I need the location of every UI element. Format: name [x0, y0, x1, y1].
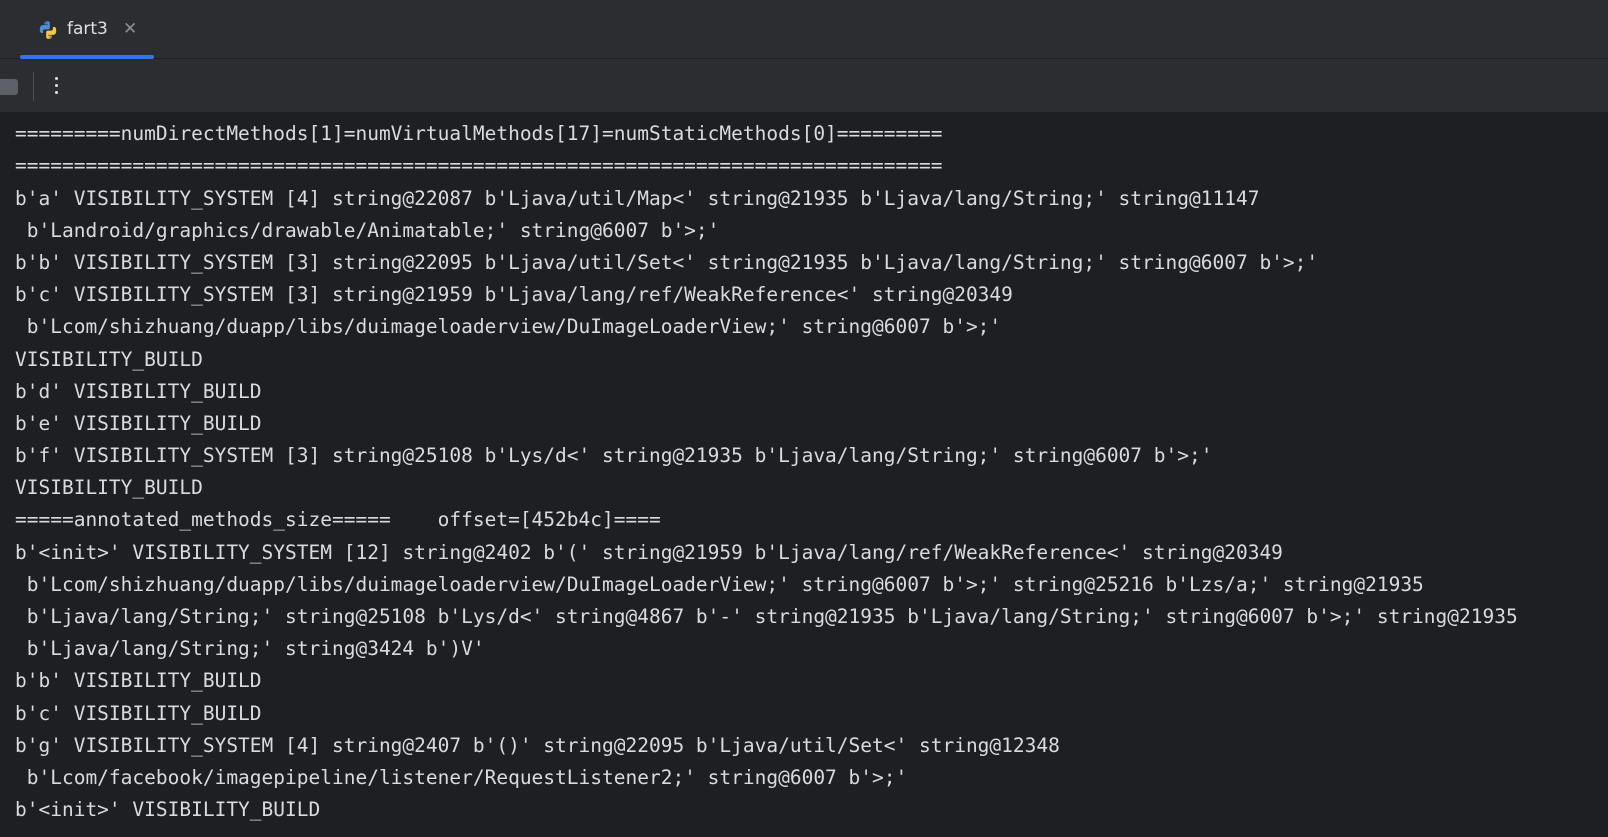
console-line: b'Landroid/graphics/drawable/Animatable;…: [15, 219, 720, 242]
tab-label: fart3: [67, 19, 108, 39]
stop-icon[interactable]: [0, 79, 18, 95]
console-line: b'Lcom/shizhuang/duapp/libs/duimageloade…: [15, 315, 1002, 338]
console-line: VISIBILITY_BUILD: [15, 348, 203, 371]
console-line: b'e' VISIBILITY_BUILD: [15, 412, 262, 435]
console-line: =====annotated_methods_size===== offset=…: [15, 508, 661, 531]
console-line: b'Lcom/facebook/imagepipeline/listener/R…: [15, 766, 908, 789]
console-line: ========================================…: [15, 154, 943, 177]
console-line: b'<init>' VISIBILITY_SYSTEM [12] string@…: [15, 541, 1283, 564]
console-line: b'Lcom/shizhuang/duapp/libs/duimageloade…: [15, 573, 1424, 596]
console-line: =========numDirectMethods[1]=numVirtualM…: [15, 122, 943, 145]
editor-tab-bar: fart3 ✕: [0, 0, 1608, 59]
console-line: b'Ljava/lang/String;' string@3424 b')V': [15, 637, 485, 660]
console-line: b'd' VISIBILITY_BUILD: [15, 380, 262, 403]
more-vertical-icon[interactable]: [49, 72, 65, 100]
close-icon[interactable]: ✕: [123, 19, 137, 39]
python-icon: [38, 20, 58, 40]
console-line: b'b' VISIBILITY_SYSTEM [3] string@22095 …: [15, 251, 1319, 274]
console-line: VISIBILITY_BUILD: [15, 476, 203, 499]
console-line: b'c' VISIBILITY_SYSTEM [3] string@21959 …: [15, 283, 1013, 306]
console-line: b'b' VISIBILITY_BUILD: [15, 669, 262, 692]
console-line: b'<init>' VISIBILITY_BUILD: [15, 798, 321, 821]
toolbar-divider: [33, 72, 34, 101]
console-line: b'g' VISIBILITY_SYSTEM [4] string@2407 b…: [15, 734, 1060, 757]
run-toolbar: [0, 59, 1608, 112]
console-line: b'a' VISIBILITY_SYSTEM [4] string@22087 …: [15, 187, 1260, 210]
console-output[interactable]: =========numDirectMethods[1]=numVirtualM…: [0, 112, 1608, 837]
console-line: b'f' VISIBILITY_SYSTEM [3] string@25108 …: [15, 444, 1213, 467]
tab-fart3[interactable]: fart3 ✕: [20, 0, 154, 59]
console-line: b'c' VISIBILITY_BUILD: [15, 702, 262, 725]
console-line: b'Ljava/lang/String;' string@25108 b'Lys…: [15, 605, 1518, 628]
